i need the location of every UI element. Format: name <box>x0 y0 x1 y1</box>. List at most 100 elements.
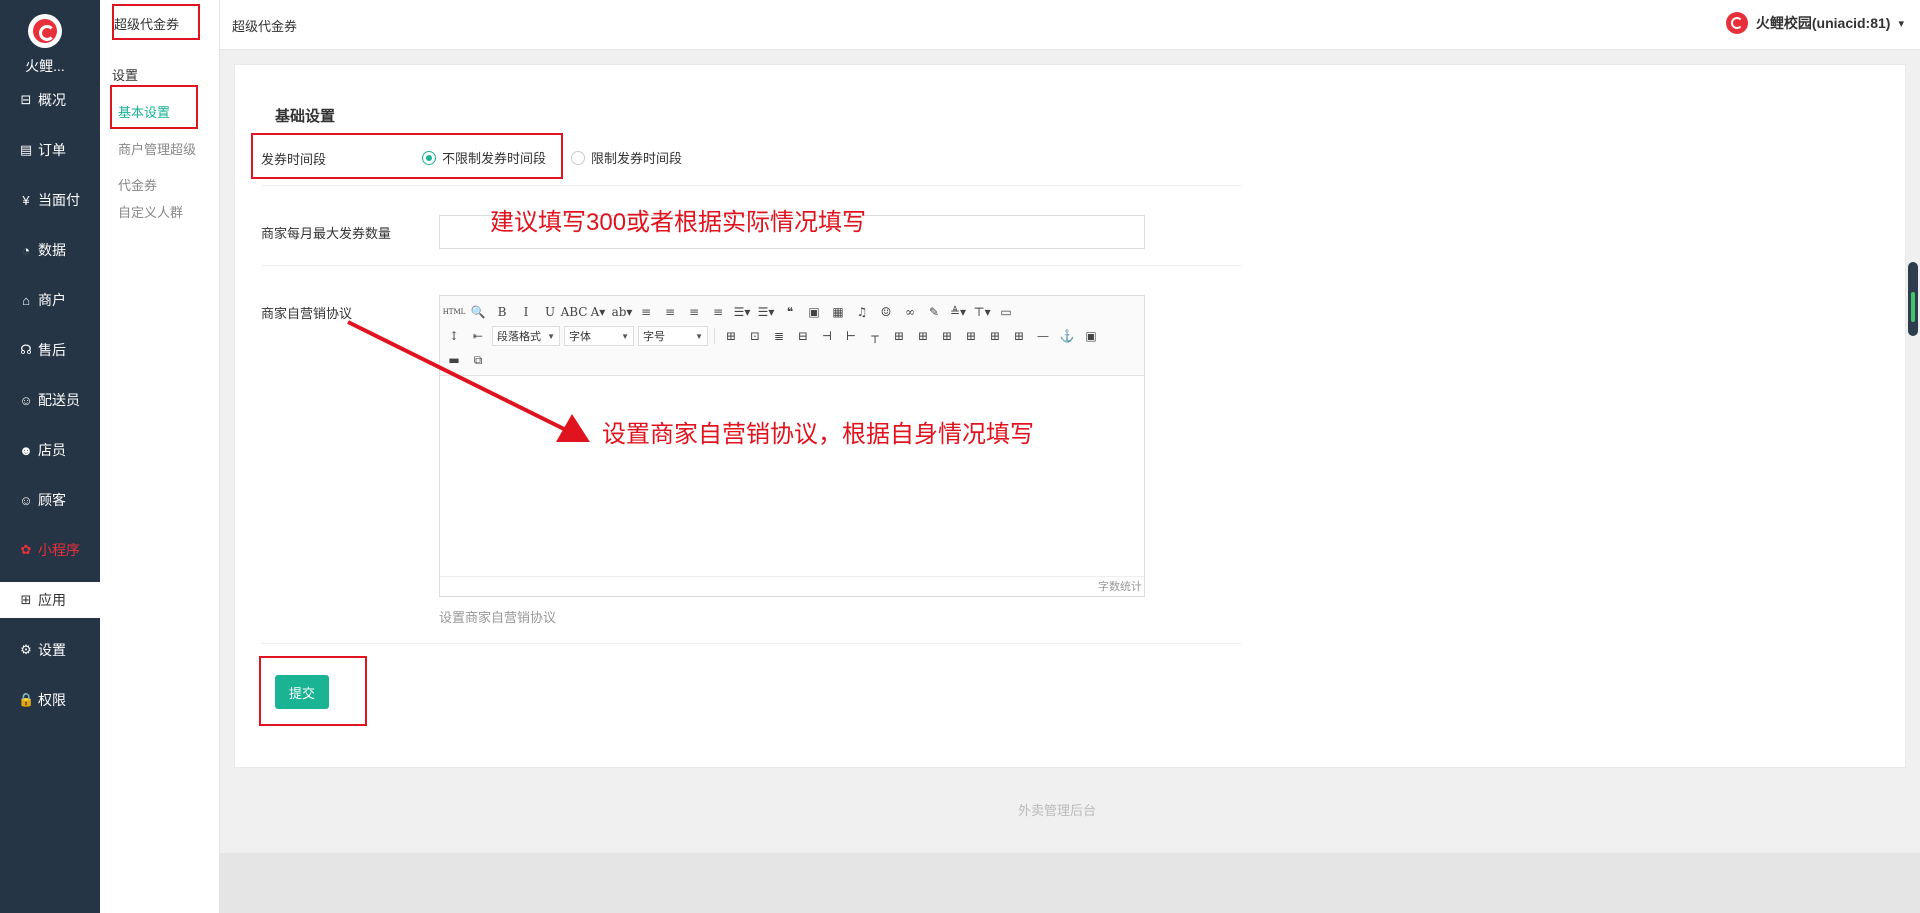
sidebar-item-label: 订单 <box>38 142 66 158</box>
chart-icon: ◔ <box>22 242 30 258</box>
toolbar-button-icon[interactable]: ≡ <box>660 302 680 322</box>
sidebar-item-9[interactable]: ✿ 小程序 <box>0 532 100 568</box>
toolbar-button-icon[interactable]: I <box>516 302 536 322</box>
gear-icon: ⚙ <box>20 642 32 657</box>
user-avatar-icon <box>1725 12 1748 34</box>
toolbar-button-icon[interactable]: ⊢ <box>841 326 861 346</box>
paragraph-format-select[interactable]: 段落格式 ▼ <box>492 326 560 346</box>
toolbar-button-icon[interactable]: ♫ <box>852 302 872 322</box>
annotation-box-basic-settings <box>110 85 198 129</box>
toolbar-button-icon[interactable]: ⊞ <box>961 326 981 346</box>
toolbar-button-icon[interactable]: — <box>1033 326 1053 346</box>
sidebar-item-5[interactable]: ☊ 售后 <box>0 332 100 368</box>
agreement-help-text: 设置商家自营销协议 <box>439 610 557 625</box>
subnav-item-vouchers[interactable]: 代金券 <box>118 175 157 194</box>
font-family-select[interactable]: 字体 ▼ <box>564 326 634 346</box>
toolbar-button-icon[interactable]: ≜▾ <box>948 302 968 322</box>
miniapp-icon: ✿ <box>20 542 32 557</box>
toolbar-button-icon[interactable]: ≣ <box>769 326 789 346</box>
subnav-item-custom-audience[interactable]: 自定义人群 <box>118 202 183 221</box>
toolbar-button-icon[interactable]: ⊣ <box>817 326 837 346</box>
sidebar-item-4[interactable]: ⌂ 商户 <box>0 282 100 318</box>
sidebar-item-0[interactable]: ⊟ 概况 <box>0 82 100 118</box>
bottom-strip <box>220 853 1920 913</box>
toolbar-button-icon[interactable]: ☺ <box>876 302 896 322</box>
toolbar-button-icon[interactable]: ⊞ <box>1009 326 1029 346</box>
toolbar-button-icon[interactable]: ▬ <box>444 350 464 370</box>
toolbar-button-icon[interactable]: B <box>492 302 512 322</box>
sidebar-item-label: 数据 <box>38 242 66 258</box>
toolbar-button-icon[interactable]: HTML <box>443 302 466 322</box>
radio-dot <box>571 150 585 165</box>
annotation-box-module-title <box>112 4 200 40</box>
word-count: 字数统计 <box>1098 581 1142 593</box>
sidebar-item-2[interactable]: ¥ 当面付 <box>0 182 100 218</box>
line-height-icon[interactable]: ↕ <box>444 326 464 346</box>
sidebar-item-11[interactable]: ⚙ 设置 <box>0 632 100 668</box>
sidebar-item-3[interactable]: ◔ 数据 <box>0 232 100 268</box>
max-vouchers-label: 商家每月最大发券数量 <box>261 226 392 241</box>
annotation-agreement-hint: 设置商家自营销协议，根据自身情况填写 <box>602 421 1034 448</box>
radio-label: 限制发券时间段 <box>591 151 683 166</box>
toolbar-button-icon[interactable]: ⚓ <box>1057 326 1077 346</box>
toolbar-button-icon[interactable]: ⊟ <box>793 326 813 346</box>
app-logo[interactable] <box>28 14 62 48</box>
toolbar-button-icon[interactable]: ≡ <box>636 302 656 322</box>
top-header: 超级代金券 火鲤校园(uniacid:81) ▾ <box>220 0 1920 50</box>
app-name: 火鲤... <box>25 58 65 74</box>
editor-footer: 字数统计 <box>440 576 1144 596</box>
radio-limited-period[interactable]: 限制发券时间段 <box>571 148 682 167</box>
divider <box>261 265 1241 266</box>
toolbar-button-icon[interactable]: ✎ <box>924 302 944 322</box>
toolbar-button-icon[interactable]: ≡ <box>708 302 728 322</box>
user-menu[interactable]: 火鲤校园(uniacid:81) ▾ <box>1725 12 1904 34</box>
service-icon: ☊ <box>20 342 32 357</box>
toolbar-button-icon[interactable]: U <box>540 302 560 322</box>
scrollbar-thumb[interactable] <box>1908 262 1918 336</box>
toolbar-button-icon[interactable]: ☰▾ <box>732 302 752 322</box>
toolbar-button-icon[interactable]: ≡ <box>684 302 704 322</box>
sidebar-item-label: 应用 <box>38 592 66 608</box>
sidebar-item-12[interactable]: 🔒 权限 <box>0 682 100 718</box>
toolbar-button-icon[interactable]: ☰▾ <box>756 302 776 322</box>
yen-icon: ¥ <box>22 192 30 208</box>
toolbar-button-icon[interactable]: ⊞ <box>937 326 957 346</box>
toolbar-button-icon[interactable]: ⊤▾ <box>972 302 992 322</box>
sidebar-item-10[interactable]: ⊞ 应用 <box>0 582 100 618</box>
sidebar-item-8[interactable]: ☺ 顾客 <box>0 482 100 518</box>
sidebar-item-label: 配送员 <box>38 392 80 408</box>
editor-content-area[interactable] <box>440 376 1144 576</box>
sidebar-item-7[interactable]: ☻ 店员 <box>0 432 100 468</box>
toolbar-button-icon[interactable]: ⊞ <box>913 326 933 346</box>
indent-icon[interactable]: ⇤ <box>468 326 488 346</box>
sidebar-item-label: 当面付 <box>38 192 80 208</box>
sidebar-item-6[interactable]: ☺ 配送员 <box>0 382 100 418</box>
toolbar-button-icon[interactable]: ▣ <box>1081 326 1101 346</box>
subnav-item-merchant-management[interactable]: 商户管理超级 <box>118 139 196 158</box>
toolbar-button-icon[interactable]: ABC <box>561 302 588 322</box>
toolbar-button-icon[interactable]: ⧉ <box>468 350 488 370</box>
toolbar-button-icon[interactable]: ▭ <box>996 302 1016 322</box>
toolbar-button-icon[interactable]: ab▾ <box>612 302 633 322</box>
footer-text: 外卖管理后台 <box>1018 803 1097 818</box>
toolbar-button-icon[interactable]: ∞ <box>900 302 920 322</box>
sidebar-item-1[interactable]: ▤ 订单 <box>0 132 100 168</box>
toolbar-button-icon[interactable]: ┬ <box>865 326 885 346</box>
sidebar-item-label: 权限 <box>38 692 66 708</box>
toolbar-button-icon[interactable]: 🔍 <box>468 302 488 322</box>
toolbar-button-icon[interactable]: ⊞ <box>985 326 1005 346</box>
editor-toolbar: HTML 🔍 B I U ABC A▾ ab▾ ≡ ≡ ≡ ≡ ☰▾ ☰▾ ❝ ▣ ▦ ♫ ☺ ∞ ✎ ≜▾ ⊤▾ ▭ ↕ ⇤… <box>440 296 1144 376</box>
lock-icon: 🔒 <box>18 692 35 707</box>
toolbar-button-icon[interactable]: ⊞ <box>889 326 909 346</box>
toolbar-button-icon[interactable]: ▣ <box>804 302 824 322</box>
toolbar-button-icon[interactable]: ▦ <box>828 302 848 322</box>
order-icon: ▤ <box>19 142 33 157</box>
secondary-sidebar: 超级代金券 设置 基本设置 商户管理超级 代金券 自定义人群 <box>100 0 220 913</box>
toolbar-button-icon[interactable]: ⊡ <box>745 326 765 346</box>
toolbar-button-icon[interactable]: A▾ <box>588 302 608 322</box>
font-size-select[interactable]: 字号 ▼ <box>638 326 708 346</box>
customer-icon: ☺ <box>19 492 33 508</box>
toolbar-button-icon[interactable]: ❝ <box>780 302 800 322</box>
toolbar-button-icon[interactable]: ⊞ <box>721 326 741 346</box>
overview-icon: ⊟ <box>20 92 32 107</box>
